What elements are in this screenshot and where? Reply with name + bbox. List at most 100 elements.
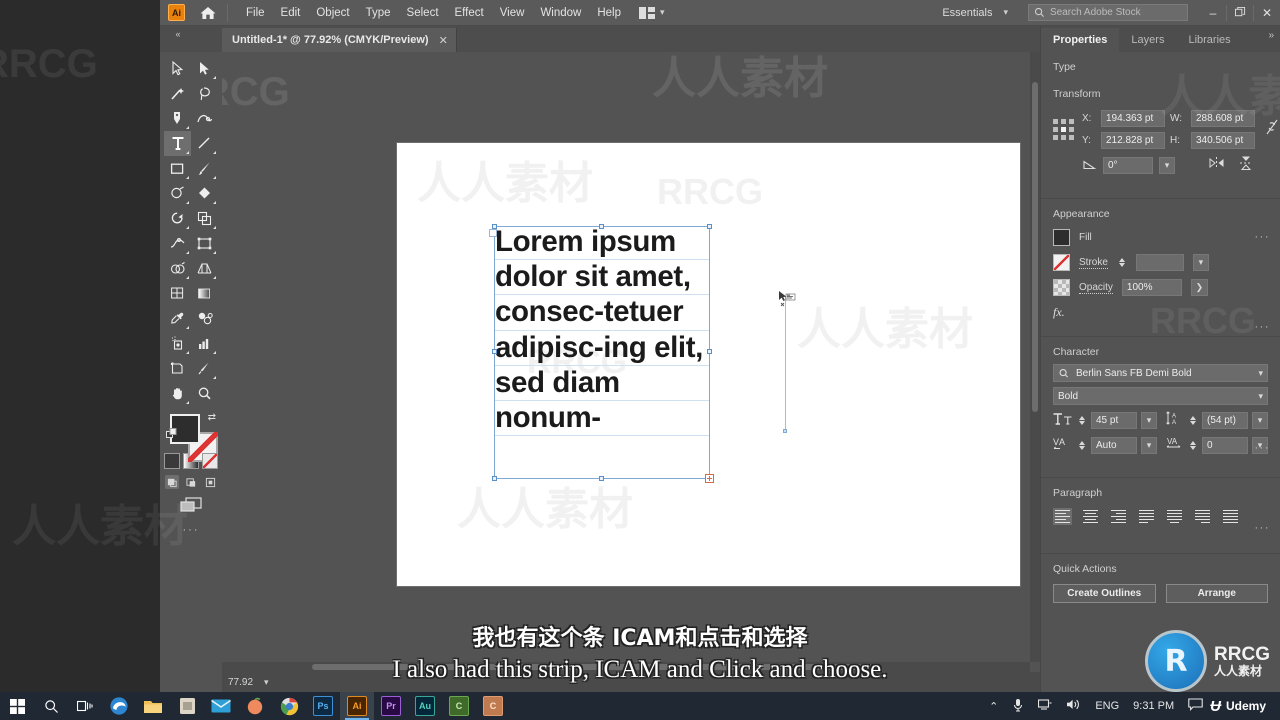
panel-collapse-icon[interactable]: » bbox=[1268, 30, 1274, 41]
close-button[interactable]: ✕ bbox=[1254, 0, 1280, 26]
leading-dropdown[interactable]: ▾ bbox=[1252, 412, 1268, 429]
zoom-chevron-down-icon[interactable]: ▾ bbox=[264, 677, 269, 688]
column-graph-tool[interactable] bbox=[191, 331, 218, 356]
workspace-switcher[interactable]: Essentials ▾ bbox=[936, 7, 1014, 19]
selection-tool[interactable] bbox=[164, 56, 191, 81]
gradient-tool[interactable] bbox=[191, 281, 218, 306]
default-fill-stroke-icon[interactable] bbox=[166, 427, 178, 439]
perspective-grid-tool[interactable] bbox=[191, 256, 218, 281]
opacity-options-button[interactable]: ❯ bbox=[1190, 279, 1208, 296]
magic-wand-tool[interactable] bbox=[164, 81, 191, 106]
draw-behind-button[interactable] bbox=[184, 475, 198, 489]
taskbar-capture-icon[interactable]: C bbox=[476, 692, 510, 720]
shaper-tool[interactable] bbox=[164, 181, 191, 206]
more-tools-icon[interactable]: ··· bbox=[183, 524, 200, 536]
shape-builder-tool[interactable] bbox=[164, 256, 191, 281]
tab-libraries[interactable]: Libraries bbox=[1176, 28, 1242, 52]
language-indicator[interactable]: ENG bbox=[1088, 700, 1126, 712]
arrange-chevron-down-icon[interactable]: ▾ bbox=[660, 7, 665, 18]
restore-button[interactable] bbox=[1227, 0, 1253, 26]
leading-stepper[interactable] bbox=[1188, 416, 1198, 425]
y-input[interactable]: 212.828 pt bbox=[1101, 132, 1165, 149]
taskbar-camtasia-icon[interactable]: C bbox=[442, 692, 476, 720]
taskbar-search-icon[interactable] bbox=[34, 692, 68, 720]
zoom-level-value[interactable]: 77.92 bbox=[228, 677, 253, 688]
screen-mode-button[interactable] bbox=[179, 497, 203, 518]
kerning-input[interactable]: Auto bbox=[1091, 437, 1137, 454]
draw-normal-button[interactable] bbox=[165, 475, 179, 489]
clock[interactable]: 9:31 PM bbox=[1126, 700, 1181, 712]
text-overflow-port[interactable] bbox=[705, 474, 714, 483]
stroke-weight-dropdown[interactable]: ▾ bbox=[1192, 254, 1209, 271]
mesh-tool[interactable] bbox=[164, 281, 191, 306]
volume-icon[interactable] bbox=[1059, 698, 1088, 714]
rectangle-tool[interactable] bbox=[164, 156, 191, 181]
text-frame-handle[interactable] bbox=[599, 476, 604, 481]
text-frame-handle[interactable] bbox=[599, 224, 604, 229]
text-frame-handle[interactable] bbox=[707, 224, 712, 229]
blend-tool[interactable] bbox=[191, 306, 218, 331]
network-icon[interactable] bbox=[1031, 698, 1059, 714]
menu-type[interactable]: Type bbox=[358, 3, 399, 23]
menu-select[interactable]: Select bbox=[399, 3, 447, 23]
free-transform-tool[interactable] bbox=[191, 231, 218, 256]
kerning-stepper[interactable] bbox=[1077, 441, 1087, 450]
notifications-icon[interactable] bbox=[1181, 698, 1210, 714]
w-input[interactable]: 288.608 pt bbox=[1191, 110, 1255, 127]
canvas-horizontal-scrollbar[interactable] bbox=[222, 662, 1030, 672]
artboard[interactable]: 人人素材 RRCG 人人素材 RRCG 人人素材 Lorem ipsum dol… bbox=[397, 143, 1020, 586]
microphone-icon[interactable] bbox=[1005, 698, 1031, 715]
tray-expand-icon[interactable]: ⌃ bbox=[982, 700, 1005, 713]
arrange-documents-icon[interactable] bbox=[639, 6, 655, 19]
tracking-stepper[interactable] bbox=[1188, 441, 1198, 450]
constrain-proportions-icon[interactable] bbox=[1265, 118, 1279, 141]
task-view-icon[interactable] bbox=[68, 692, 102, 720]
text-frame[interactable]: Lorem ipsum dolor sit amet, consec-tetue… bbox=[489, 224, 714, 483]
scale-tool[interactable] bbox=[191, 206, 218, 231]
character-more-options-icon[interactable]: ··· bbox=[1255, 442, 1271, 454]
text-in-port[interactable] bbox=[489, 229, 497, 237]
paragraph-more-options-icon[interactable]: ··· bbox=[1255, 522, 1271, 534]
x-input[interactable]: 194.363 pt bbox=[1101, 110, 1165, 127]
swap-fill-stroke-icon[interactable]: ⇄ bbox=[208, 412, 216, 423]
menu-edit[interactable]: Edit bbox=[273, 3, 309, 23]
reference-point-selector[interactable] bbox=[1053, 119, 1074, 140]
lasso-tool[interactable] bbox=[191, 81, 218, 106]
opacity-input[interactable]: 100% bbox=[1121, 279, 1182, 296]
font-style-input[interactable]: Bold ▾ bbox=[1053, 387, 1268, 405]
home-icon[interactable] bbox=[199, 4, 217, 22]
taskbar-premiere-icon[interactable]: Pr bbox=[374, 692, 408, 720]
rotation-angle-input[interactable]: 0° bbox=[1103, 157, 1153, 174]
type-tool[interactable] bbox=[164, 131, 191, 156]
stroke-weight-input[interactable] bbox=[1135, 254, 1184, 271]
hand-tool[interactable] bbox=[164, 381, 191, 406]
menu-effect[interactable]: Effect bbox=[447, 3, 492, 23]
leading-input[interactable]: (54 pt) bbox=[1202, 412, 1248, 429]
document-tab-close-icon[interactable]: ✕ bbox=[439, 34, 448, 47]
pen-tool[interactable] bbox=[164, 106, 191, 131]
taskbar-file-explorer-icon[interactable] bbox=[136, 692, 170, 720]
flip-vertical-icon[interactable] bbox=[1239, 155, 1253, 176]
font-size-dropdown[interactable]: ▾ bbox=[1141, 412, 1157, 429]
text-frame-handle[interactable] bbox=[492, 349, 497, 354]
tab-properties[interactable]: Properties bbox=[1041, 28, 1120, 52]
paintbrush-tool[interactable] bbox=[191, 156, 218, 181]
appearance-fill-swatch[interactable] bbox=[1053, 229, 1070, 246]
artboard-tool[interactable] bbox=[164, 356, 191, 381]
width-tool[interactable] bbox=[164, 231, 191, 256]
text-frame-handle[interactable] bbox=[492, 476, 497, 481]
taskbar-peach-app-icon[interactable] bbox=[238, 692, 272, 720]
font-size-input[interactable]: 45 pt bbox=[1091, 412, 1137, 429]
toolbar-collapse-icon[interactable]: « bbox=[160, 26, 196, 52]
taskbar-chrome-icon[interactable] bbox=[272, 692, 306, 720]
menu-file[interactable]: File bbox=[238, 3, 273, 23]
line-segment-tool[interactable] bbox=[191, 131, 218, 156]
align-center-button[interactable] bbox=[1081, 508, 1100, 525]
none-mode-button[interactable] bbox=[202, 453, 218, 469]
menu-window[interactable]: Window bbox=[532, 3, 589, 23]
arrange-button[interactable]: Arrange bbox=[1165, 584, 1268, 603]
kerning-dropdown[interactable]: ▾ bbox=[1141, 437, 1157, 454]
taskbar-edge-icon[interactable] bbox=[102, 692, 136, 720]
text-content[interactable]: Lorem ipsum dolor sit amet, consec-tetue… bbox=[495, 224, 707, 435]
eyedropper-tool[interactable] bbox=[164, 306, 191, 331]
